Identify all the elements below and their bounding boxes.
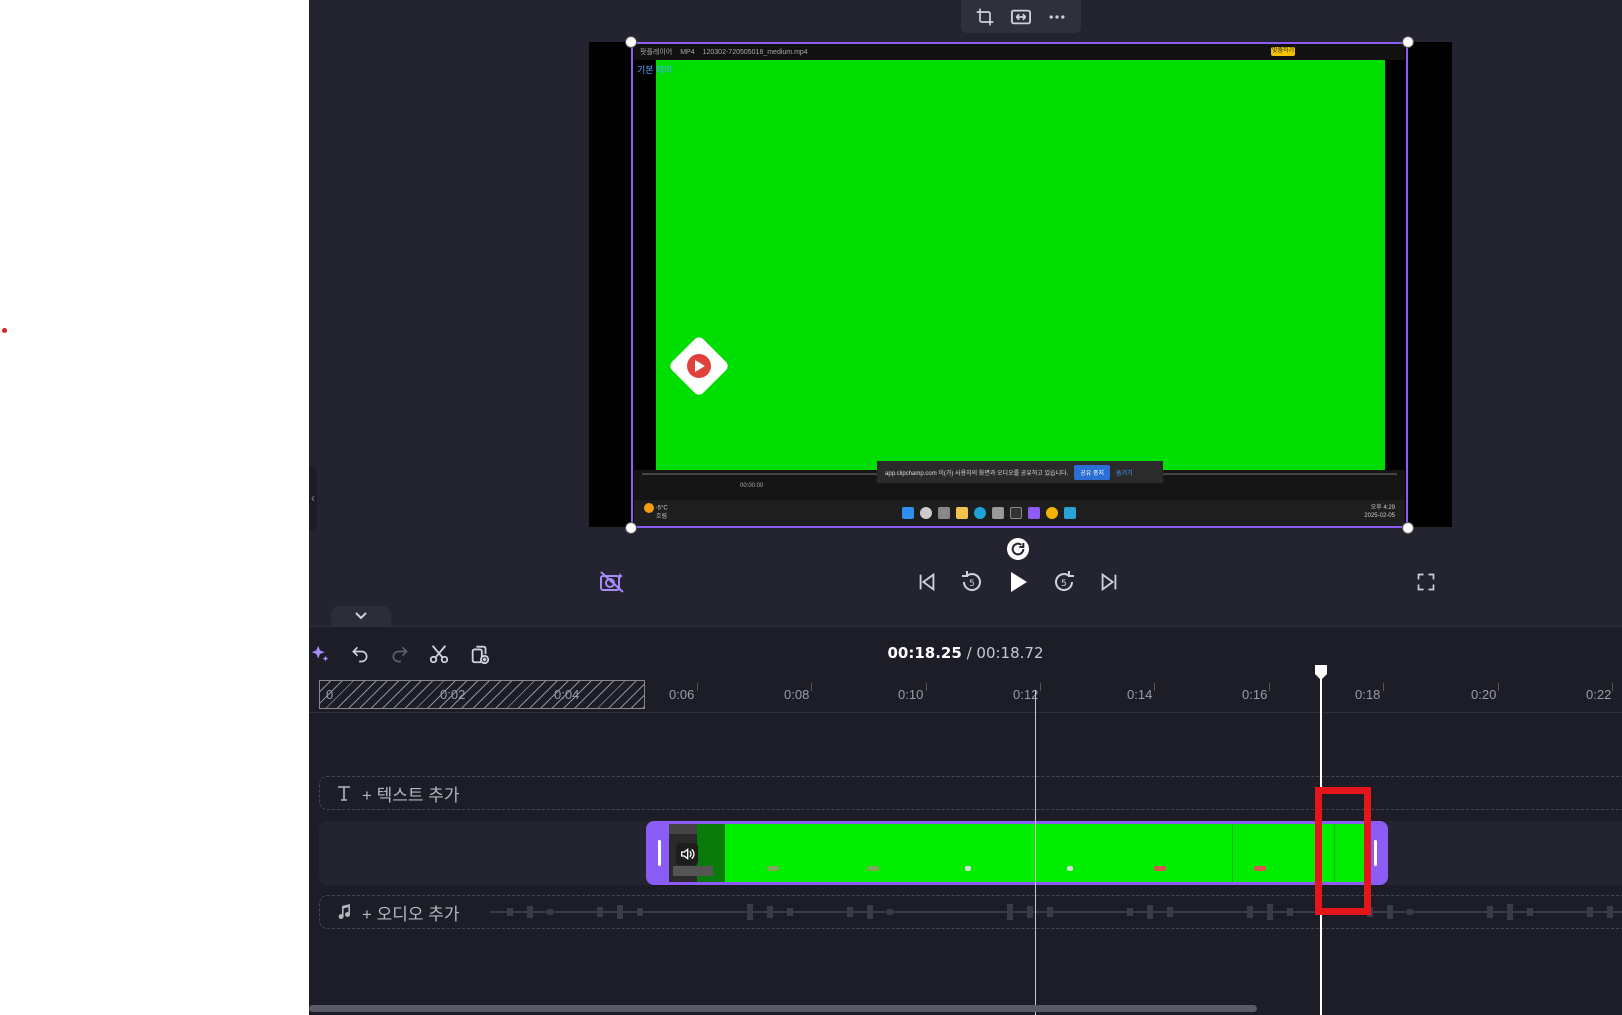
ruler-tick [1498,683,1499,691]
preview-selection-box[interactable] [631,42,1408,528]
rotate-icon [1011,542,1025,556]
clip-volume-button[interactable] [676,843,698,865]
ruler-tick [1040,683,1041,691]
ruler-label: 0:22 [1586,687,1612,702]
ruler-tick [1154,683,1155,691]
frame-marker [1154,866,1166,871]
timeline-ruler[interactable]: 0 0:02 0:04 0:06 0:08 0:10 0:12 0:14 0:1… [309,677,1622,713]
editor-area: ‹ 팟플레이어 MP4 120302-720505018_medium.mp4 … [309,0,1622,1015]
ruler-label: 0:02 [440,687,466,702]
skip-forward-icon [1101,572,1117,592]
collapse-panel-tab[interactable]: ‹ [309,466,317,530]
ruler-label: 0:06 [669,687,695,702]
ruler-tick [697,683,698,691]
time-separator: / [961,644,977,662]
grip [657,840,661,866]
svg-text:5: 5 [1061,579,1067,589]
skip-to-end-button[interactable] [1095,568,1123,596]
fullscreen-icon [1417,573,1435,591]
forward-5-button[interactable]: 5 [1049,568,1079,596]
resize-handle-top-right[interactable] [1402,36,1414,48]
red-highlight-box [1315,787,1371,915]
ruler-label: 0:16 [1242,687,1268,702]
skip-to-start-button[interactable] [913,568,941,596]
frame-marker [1254,866,1266,871]
ruler-label: 0:20 [1471,687,1497,702]
ruler-label: 0:08 [784,687,810,702]
ruler-label: 0 [326,687,334,702]
ruler-label: 0:10 [898,687,924,702]
ruler-tick [1269,683,1270,691]
left-blank-panel [0,0,309,1015]
text-icon [338,786,350,801]
horizontal-scrollbar[interactable] [309,1005,1257,1012]
timeline-panel: 00:18.25 / 00:18.72 0 0:02 0:04 0:06 0:0… [309,626,1622,1015]
audio-track[interactable]: + 오디오 추가 [319,895,1622,929]
add-audio-label: + 오디오 추가 [362,904,460,924]
frame-marker [1067,866,1073,871]
fit-button[interactable] [1006,3,1036,31]
fit-icon [1011,9,1031,24]
video-clip[interactable] [646,821,1388,885]
red-dot-marker [2,328,7,333]
volume-icon [681,847,695,861]
camera-off-icon [600,571,624,593]
crop-button[interactable] [970,3,1000,31]
play-button[interactable] [1003,568,1033,596]
current-time: 00:18.25 [887,644,962,662]
chevron-down-icon [355,612,367,620]
fullscreen-button[interactable] [1412,568,1440,596]
frame-marker [767,866,779,871]
clip-trim-handle-left[interactable] [649,824,669,882]
timeline-toolbar: 00:18.25 / 00:18.72 [309,627,1622,677]
ruler-tick [926,683,927,691]
audio-waveform [490,904,1622,920]
skip-back-icon [919,572,935,592]
ruler-label: 0:14 [1127,687,1153,702]
resize-handle-top-left[interactable] [625,36,637,48]
ruler-tick [1612,683,1613,691]
time-display: 00:18.25 / 00:18.72 [309,644,1622,662]
play-icon [1011,572,1027,592]
crop-icon [976,8,994,25]
ruler-label: 0:18 [1355,687,1381,702]
rewind-5-icon: 5 [962,571,981,591]
text-track[interactable]: + 텍스트 추가 [319,776,1622,810]
timeline-collapse-tab[interactable] [331,606,391,626]
resize-handle-bottom-right[interactable] [1402,522,1414,534]
total-time: 00:18.72 [976,644,1044,662]
more-icon [1049,14,1065,19]
resize-handle-bottom-left[interactable] [625,522,637,534]
frame-marker [965,866,971,871]
hover-time-line [1035,690,1036,1015]
ruler-hatched-region [319,680,645,709]
forward-5-icon: 5 [1055,571,1074,591]
rewind-5-button[interactable]: 5 [957,568,987,596]
more-options-button[interactable] [1042,3,1072,31]
music-icon [338,904,351,920]
app-window: ‹ 팟플레이어 MP4 120302-720505018_medium.mp4 … [0,0,1622,1015]
rotate-handle[interactable] [1007,538,1029,560]
frame-marker [867,866,879,871]
svg-text:5: 5 [969,579,975,589]
playhead-handle[interactable] [1313,663,1329,681]
frame-separator [1232,824,1233,882]
ruler-tick [811,683,812,691]
grip [1373,840,1377,866]
ruler-tick [1383,683,1384,691]
add-text-label: + 텍스트 추가 [362,785,460,805]
ruler-label: 0:04 [554,687,580,702]
ai-camera-button[interactable] [595,568,629,596]
preview-floating-toolbar [961,0,1081,33]
